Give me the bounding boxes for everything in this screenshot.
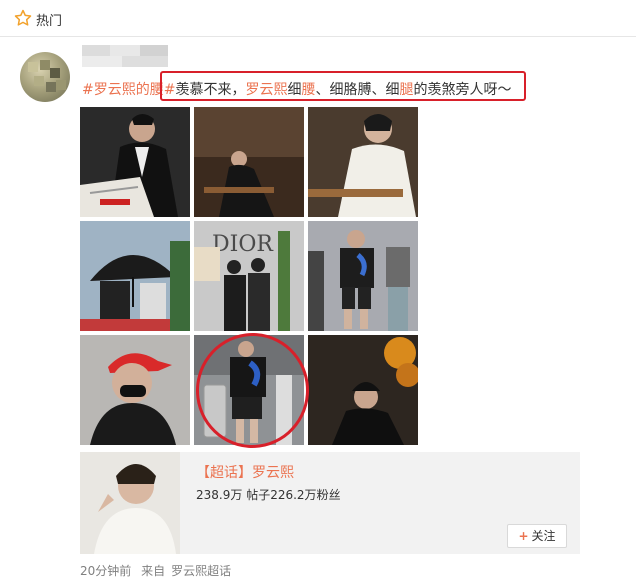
post-source[interactable]: 罗云熙超话 <box>171 564 231 578</box>
username-blurred[interactable] <box>82 45 168 67</box>
super-topic-card[interactable]: 【超话】罗云熙 238.9万 帖子226.2万粉丝 + 关注 <box>80 452 580 554</box>
star-icon <box>14 9 32 26</box>
super-topic-name[interactable]: 【超话】罗云熙 <box>196 462 294 482</box>
follow-button[interactable]: + 关注 <box>507 524 567 548</box>
super-topic-stats: 238.9万 帖子226.2万粉丝 <box>196 488 341 502</box>
photo-5[interactable]: DIOR <box>194 221 304 331</box>
photo-1[interactable] <box>80 107 190 217</box>
photo-4[interactable] <box>80 221 190 331</box>
post-time[interactable]: 20分钟前 <box>80 564 131 578</box>
svg-text:DIOR: DIOR <box>212 232 274 257</box>
source-prefix: 来自 <box>141 564 166 578</box>
post-meta: 20分钟前 来自 罗云熙超话 <box>80 562 237 579</box>
photo-3[interactable] <box>308 107 418 217</box>
plus-icon: + <box>518 529 529 543</box>
photo-2[interactable] <box>194 107 304 217</box>
page-title: 热门 <box>36 14 63 29</box>
photo-9[interactable] <box>308 335 418 445</box>
super-topic-cover[interactable] <box>80 452 180 554</box>
highlight-annotation-box <box>160 71 526 101</box>
photo-6[interactable] <box>308 221 418 331</box>
photo-7[interactable] <box>80 335 190 445</box>
top-bar: 热门 <box>0 0 636 37</box>
avatar[interactable] <box>20 52 70 102</box>
